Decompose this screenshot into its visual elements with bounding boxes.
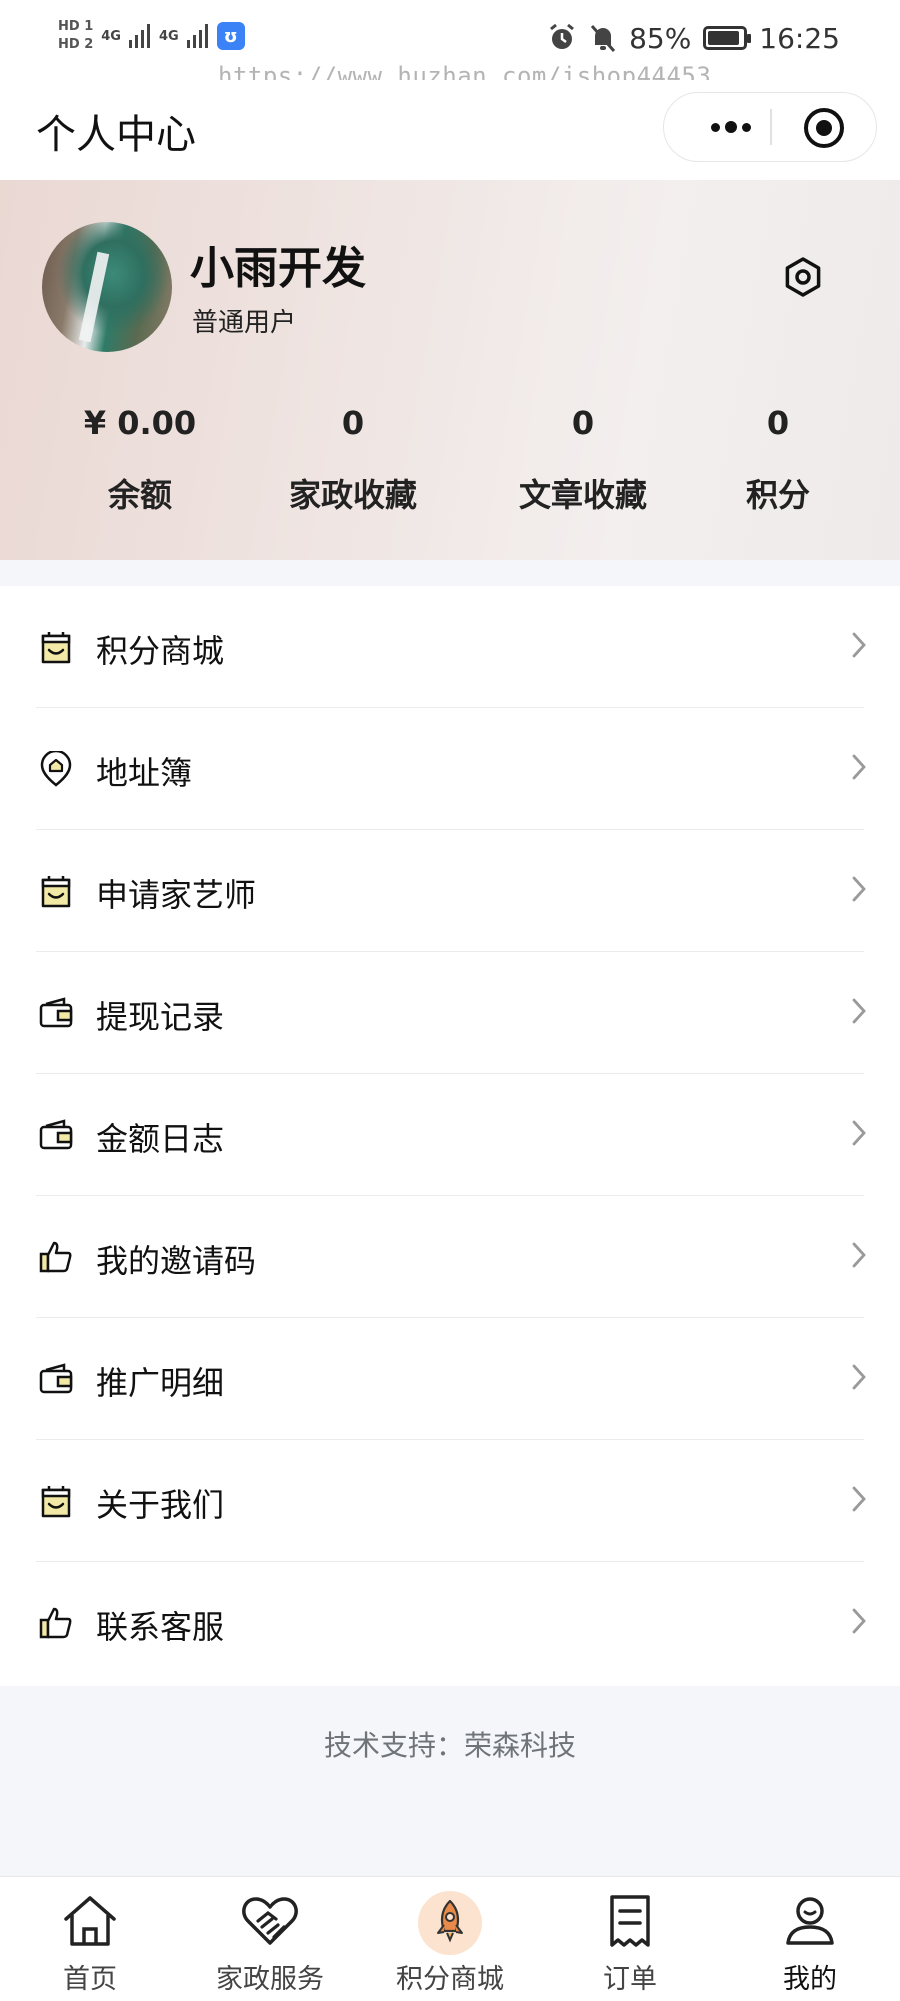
footer-area: 技术支持：荣森科技 — [0, 1686, 900, 1876]
tab-points-mall[interactable]: 积分商城 — [360, 1877, 540, 2001]
thumbs-up-icon — [39, 1241, 72, 1273]
mini-program-capsule — [663, 92, 877, 162]
notification-app-icon: ʊ — [216, 22, 245, 50]
wallet-icon — [39, 1363, 73, 1394]
menu-item-label: 地址簿 — [96, 754, 193, 792]
chevron-right-icon — [852, 1242, 866, 1268]
sim2-label: HD 2 — [58, 37, 94, 52]
location-icon — [40, 751, 72, 787]
tab-label: 我的 — [783, 1964, 837, 1995]
menu-item-label: 联系客服 — [96, 1608, 225, 1646]
menu-item-about-us[interactable]: 关于我们 — [0, 1440, 900, 1562]
clock: 16:25 — [759, 21, 840, 55]
chevron-right-icon — [852, 876, 866, 902]
menu-item-label: 申请家艺师 — [96, 876, 257, 914]
stat-value: 0 — [341, 404, 365, 442]
tab-home[interactable]: 首页 — [0, 1877, 180, 2001]
menu-item-address-book[interactable]: 地址簿 — [0, 708, 900, 830]
chevron-right-icon — [852, 1364, 866, 1390]
stat-label: 积分 — [745, 476, 810, 514]
signal-2-label: 4G — [158, 28, 179, 44]
menu-list: 积分商城 地址簿 申请家艺师 提现记录 金额日志 我的邀请码 推广明细 关于我们… — [0, 586, 900, 1686]
chevron-right-icon — [852, 1608, 866, 1634]
stat-article-favorites[interactable]: 0 文章收藏 — [483, 398, 683, 516]
signal-bars-icon — [128, 24, 150, 48]
stat-label: 家政收藏 — [288, 476, 417, 514]
battery-icon — [703, 26, 752, 50]
battery-percent: 85% — [629, 21, 692, 55]
stat-label: 文章收藏 — [518, 476, 647, 514]
tab-label: 首页 — [63, 1964, 117, 1995]
tab-bar: 首页 家政服务 积分商城 订单 我的 — [0, 1876, 900, 2000]
user-icon — [786, 1897, 834, 1945]
settings-icon[interactable] — [782, 256, 824, 298]
close-capsule-button[interactable] — [804, 108, 844, 148]
alarm-icon — [550, 23, 574, 49]
avatar[interactable] — [42, 222, 172, 352]
tab-label: 订单 — [603, 1964, 657, 1995]
menu-item-label: 推广明细 — [96, 1364, 225, 1402]
capsule-divider — [770, 109, 772, 145]
menu-item-withdraw-records[interactable]: 提现记录 — [0, 952, 900, 1074]
wallet-icon — [39, 997, 73, 1028]
receipt-icon — [610, 1895, 650, 1947]
heart-handshake-icon — [242, 1897, 298, 1945]
menu-item-amount-log[interactable]: 金额日志 — [0, 1074, 900, 1196]
sim1-label: HD 1 — [58, 19, 94, 34]
thumbs-up-icon — [39, 1607, 72, 1639]
mute-bell-icon — [590, 25, 616, 52]
menu-item-label: 提现记录 — [96, 998, 225, 1036]
menu-item-apply-artisan[interactable]: 申请家艺师 — [0, 830, 900, 952]
sim-indicators: HD 1 HD 2 — [58, 20, 93, 52]
chevron-right-icon — [852, 754, 866, 780]
username: 小雨开发 — [190, 243, 366, 294]
tab-label: 积分商城 — [396, 1964, 504, 1995]
signal-1-label: 4G — [101, 28, 121, 44]
stat-label: 余额 — [107, 476, 172, 514]
tab-label: 家政服务 — [216, 1964, 324, 1995]
menu-item-invite-code[interactable]: 我的邀请码 — [0, 1196, 900, 1318]
stat-value: ¥ 0.00 — [83, 404, 197, 442]
stat-value: 0 — [571, 404, 595, 442]
tab-mine[interactable]: 我的 — [720, 1877, 900, 2001]
chevron-right-icon — [852, 632, 866, 658]
rocket-icon — [437, 1899, 463, 1943]
bag-icon — [41, 876, 71, 908]
menu-item-label: 积分商城 — [96, 632, 225, 670]
page-title: 个人中心 — [36, 112, 196, 158]
menu-item-contact-service[interactable]: 联系客服 — [0, 1562, 900, 1684]
menu-item-points-mall[interactable]: 积分商城 — [0, 586, 900, 708]
section-gap — [0, 560, 900, 586]
stat-value: 0 — [766, 404, 790, 442]
status-right: 85% 16:25 — [547, 18, 840, 58]
stat-service-favorites[interactable]: 0 家政收藏 — [253, 398, 453, 516]
more-menu-button[interactable] — [696, 93, 766, 161]
menu-item-label: 金额日志 — [96, 1120, 225, 1158]
user-type: 普通用户 — [192, 308, 297, 338]
stat-points[interactable]: 0 积分 — [678, 398, 878, 516]
nav-bar: 个人中心 — [0, 80, 900, 180]
wallet-icon — [39, 1119, 73, 1150]
tech-support-text: 技术支持：荣森科技 — [323, 1729, 576, 1762]
home-icon — [64, 1896, 116, 1946]
chevron-right-icon — [852, 998, 866, 1024]
status-left: HD 1 HD 2 4G 4G ʊ — [58, 14, 245, 58]
chevron-right-icon — [852, 1120, 866, 1146]
chevron-right-icon — [852, 1486, 866, 1512]
tab-home-service[interactable]: 家政服务 — [180, 1877, 360, 2001]
tab-orders[interactable]: 订单 — [540, 1877, 720, 2001]
bag-icon — [41, 1486, 71, 1518]
signal-bars-icon — [186, 24, 208, 48]
profile-header: 小雨开发 普通用户 ¥ 0.00 余额 0 家政收藏 0 文章收藏 0 积分 — [0, 180, 900, 560]
menu-item-label: 我的邀请码 — [96, 1242, 257, 1280]
menu-item-promotion-details[interactable]: 推广明细 — [0, 1318, 900, 1440]
stat-balance[interactable]: ¥ 0.00 余额 — [40, 398, 240, 516]
bag-icon — [41, 632, 71, 664]
menu-item-label: 关于我们 — [96, 1486, 225, 1524]
